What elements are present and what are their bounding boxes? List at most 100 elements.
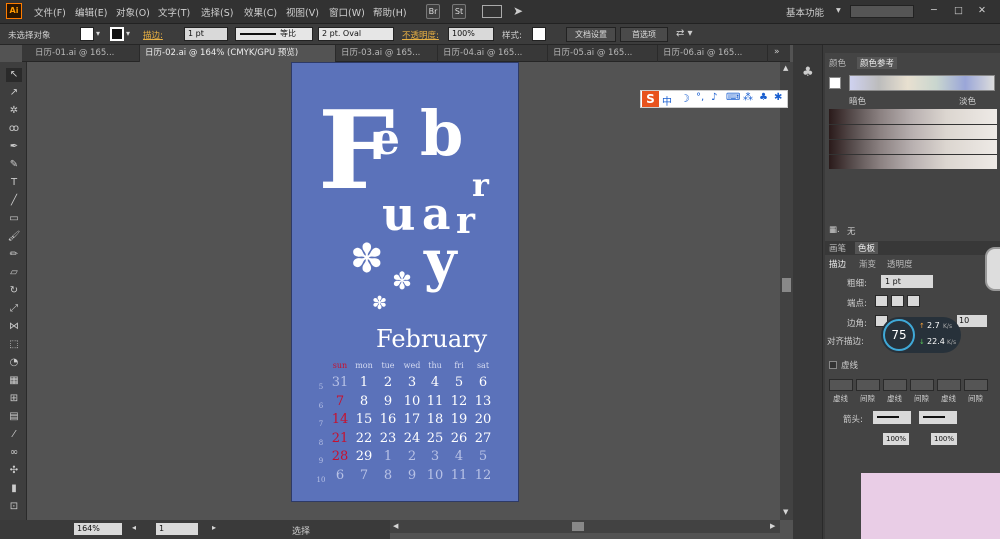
shape-builder-tool-icon[interactable]: ◔	[6, 356, 22, 370]
graph-tool-icon[interactable]: ▮	[6, 482, 22, 496]
tab-calendar-01[interactable]: 日历-01.ai @ 165...	[30, 45, 140, 62]
ime-toolbar[interactable]: S 中 ☽ °, ♪ ⌨ ⁂ ♣ ✱	[640, 90, 788, 108]
butt-cap-button[interactable]	[875, 295, 888, 307]
lasso-tool-icon[interactable]: ꝏ	[6, 122, 22, 136]
tab-color-guide[interactable]: 颜色参考	[857, 57, 898, 69]
ime-moon-icon[interactable]: ☽	[680, 92, 690, 105]
gap-field-1[interactable]	[856, 379, 880, 391]
artboard-nav-next[interactable]: ▸	[212, 523, 216, 532]
tab-stroke[interactable]: 描边	[829, 258, 846, 270]
minimize-button[interactable]: ─	[931, 5, 937, 16]
line-tool-icon[interactable]: ╱	[6, 194, 22, 208]
scroll-down-icon[interactable]: ▼	[783, 508, 788, 516]
selection-tool-icon[interactable]: ↖	[6, 68, 22, 82]
ime-punctuation-icon[interactable]: °,	[696, 92, 704, 103]
artboard-tool-icon[interactable]: ⊡	[6, 500, 22, 514]
ime-chinese-mode[interactable]: 中	[662, 93, 672, 108]
artboard[interactable]: F e b r u a r y ✽ ✽ ✽ February sun mon tue…	[291, 62, 519, 502]
gradient-tool-icon[interactable]: ▤	[6, 410, 22, 424]
rotate-tool-icon[interactable]: ↻	[6, 284, 22, 298]
magic-wand-tool-icon[interactable]: ✲	[6, 104, 22, 118]
artboard-nav-prev[interactable]: ◂	[132, 523, 136, 532]
fill-swatch[interactable]	[80, 27, 94, 41]
style-swatch[interactable]	[532, 27, 546, 41]
base-color-swatch[interactable]	[829, 77, 841, 89]
tab-brushes[interactable]: 画笔	[829, 242, 846, 254]
opacity-label[interactable]: 不透明度:	[402, 29, 439, 41]
menu-type[interactable]: 文字(T)	[158, 5, 190, 19]
opacity-input[interactable]: 100%	[448, 27, 494, 41]
stroke-weight-field[interactable]: 1 pt	[881, 275, 933, 288]
menu-window[interactable]: 窗口(W)	[329, 5, 365, 19]
eraser-tool-icon[interactable]: ▱	[6, 266, 22, 280]
tab-calendar-03[interactable]: 日历-03.ai @ 165...	[336, 45, 438, 62]
tab-swatches[interactable]: 色板	[855, 242, 879, 254]
tab-calendar-06[interactable]: 日历-06.ai @ 165...	[658, 45, 768, 62]
mesh-tool-icon[interactable]: ⊞	[6, 392, 22, 406]
paintbrush-tool-icon[interactable]: 🖌	[6, 230, 22, 244]
eyedropper-tool-icon[interactable]: ⁄	[6, 428, 22, 442]
sogou-logo-icon[interactable]: S	[642, 91, 659, 107]
ime-wrench-icon[interactable]: ✱	[774, 92, 782, 103]
type-tool-icon[interactable]: T	[6, 176, 22, 190]
dash-field-2[interactable]	[883, 379, 907, 391]
help-search-input[interactable]	[850, 5, 914, 18]
stock-button[interactable]: St	[452, 4, 466, 19]
menu-effect[interactable]: 效果(C)	[244, 5, 277, 19]
free-transform-tool-icon[interactable]: ⬚	[6, 338, 22, 352]
menu-edit[interactable]: 编辑(E)	[75, 5, 107, 19]
workspace-chevron-icon[interactable]: ▾	[836, 5, 841, 16]
close-button[interactable]: ✕	[978, 5, 986, 16]
symbol-sprayer-tool-icon[interactable]: ✣	[6, 464, 22, 478]
gap-field-2[interactable]	[910, 379, 934, 391]
perspective-grid-tool-icon[interactable]: ▦	[6, 374, 22, 388]
horizontal-scrollbar[interactable]: ◀ ▶	[390, 520, 780, 533]
ime-tools-icon[interactable]: ⁂	[743, 92, 753, 103]
tab-gradient[interactable]: 渐变	[859, 258, 876, 270]
menu-object[interactable]: 对象(O)	[116, 5, 150, 19]
projecting-cap-button[interactable]	[907, 295, 920, 307]
end-arrowhead-select[interactable]	[919, 411, 957, 424]
stroke-chevron-icon[interactable]: ▾	[126, 29, 130, 38]
dash-field-1[interactable]	[829, 379, 853, 391]
width-tool-icon[interactable]: ⋈	[6, 320, 22, 334]
stroke-profile-select[interactable]: 等比	[235, 27, 313, 41]
brush-select[interactable]: 2 pt. Oval	[318, 27, 394, 41]
vertical-scrollbar[interactable]: ▲ ▼	[780, 62, 793, 520]
fill-chevron-icon[interactable]: ▾	[96, 29, 100, 38]
maximize-button[interactable]: □	[954, 5, 963, 16]
tab-calendar-05[interactable]: 日历-05.ai @ 165...	[548, 45, 658, 62]
gpu-performance-icon[interactable]: ➤	[513, 4, 523, 18]
pen-tool-icon[interactable]: ✒	[6, 140, 22, 154]
stroke-weight-input[interactable]: 1 pt	[184, 27, 228, 41]
gap-field-3[interactable]	[964, 379, 988, 391]
bridge-button[interactable]: Br	[426, 4, 440, 19]
tab-calendar-04[interactable]: 日历-04.ai @ 165...	[438, 45, 548, 62]
ime-microphone-icon[interactable]: ♪	[711, 92, 717, 103]
scale-tool-icon[interactable]: ⤢	[6, 302, 22, 316]
arrow-scale-start[interactable]: 100%	[883, 433, 909, 445]
tab-calendar-02[interactable]: 日历-02.ai @ 164% (CMYK/GPU 预览)	[140, 45, 336, 62]
blend-tool-icon[interactable]: ∞	[6, 446, 22, 460]
ime-skin-icon[interactable]: ♣	[759, 92, 768, 103]
menu-view[interactable]: 视图(V)	[286, 5, 319, 19]
dashed-checkbox[interactable]	[829, 361, 837, 369]
scroll-left-icon[interactable]: ◀	[393, 522, 398, 530]
user-avatar[interactable]	[985, 247, 1000, 291]
preferences-button[interactable]: 首选项	[620, 27, 668, 42]
start-arrowhead-select[interactable]	[873, 411, 911, 424]
club-symbol-icon[interactable]: ♣	[802, 65, 814, 80]
scroll-up-icon[interactable]: ▲	[783, 64, 788, 72]
document-setup-button[interactable]: 文档设置	[566, 27, 616, 42]
page-field[interactable]: 1	[156, 523, 198, 535]
swatch-library-icon[interactable]: ▦.	[829, 225, 840, 235]
workspace-switcher[interactable]: 基本功能	[786, 5, 824, 19]
arrange-documents-icon[interactable]	[482, 5, 502, 18]
tabs-overflow-icon[interactable]: »	[774, 47, 780, 57]
miter-limit-field[interactable]: 10	[957, 315, 987, 327]
scroll-right-icon[interactable]: ▶	[770, 522, 775, 530]
tab-transparency[interactable]: 透明度	[887, 258, 913, 270]
arrange-icon[interactable]: ⇄ ▾	[676, 28, 693, 39]
stroke-swatch[interactable]	[110, 27, 124, 41]
curvature-tool-icon[interactable]: ✎	[6, 158, 22, 172]
